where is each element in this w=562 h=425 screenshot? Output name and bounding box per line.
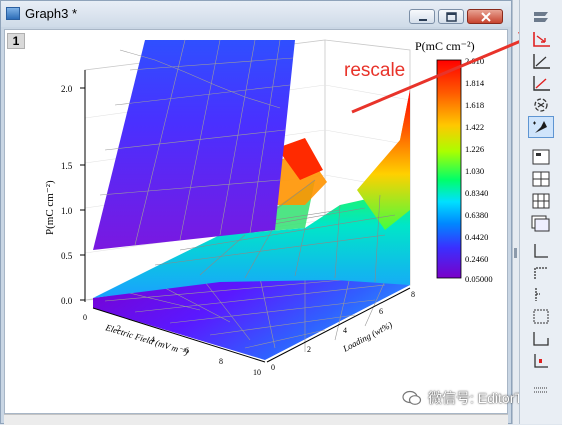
- z-axis: 0.0 0.5 1.0 1.5 2.0 P(mC cm⁻²): [44, 70, 86, 306]
- window-title: Graph3 *: [25, 6, 78, 21]
- colorbar-tick: 1.226: [465, 144, 484, 154]
- toolbar-layout-1-button[interactable]: [528, 146, 554, 168]
- maximize-icon: [446, 12, 457, 22]
- toolbar-layer-button[interactable]: [528, 6, 554, 28]
- close-button[interactable]: [467, 9, 503, 24]
- x-tick-label: 8: [219, 357, 223, 366]
- y-tick-label: 2: [307, 345, 311, 354]
- z-tick-label: 0.5: [61, 251, 73, 261]
- toolbar-layout-grid-button[interactable]: [528, 168, 554, 190]
- colorbar-tick: 0.2460: [465, 254, 488, 264]
- layer-indicator[interactable]: 1: [7, 33, 25, 49]
- z-tick-label: 1.5: [61, 161, 73, 171]
- horizontal-scrollbar[interactable]: [4, 414, 508, 425]
- colorbar-tick: 0.8340: [465, 188, 488, 198]
- more-icon: [534, 387, 548, 393]
- toolbar-axis-bottom-button[interactable]: [528, 240, 554, 262]
- colorbar-tick: 1.618: [465, 100, 484, 110]
- x-tick-label: 10: [253, 368, 261, 377]
- title-bar[interactable]: Graph3 *: [1, 1, 511, 27]
- toolbar-rescale-button[interactable]: [528, 28, 554, 50]
- x-tick-label: 0: [83, 313, 87, 322]
- layout-multi-icon: [531, 215, 550, 232]
- toolbar-layout-multi-button[interactable]: [528, 212, 554, 234]
- toolbar-axis-box-button[interactable]: [528, 306, 554, 328]
- axis-icon: [533, 54, 550, 69]
- toolbar-layout-grid2-button[interactable]: [528, 190, 554, 212]
- colorbar-title: P(mC cm⁻²): [415, 39, 475, 53]
- toolbar-axis-marker-button[interactable]: [528, 350, 554, 372]
- annotation-label: rescale: [344, 60, 406, 81]
- toolbar-more-button[interactable]: [528, 380, 554, 402]
- colorbar-tick: 1.422: [465, 122, 484, 132]
- y-tick-label: 6: [379, 307, 383, 316]
- window-splitter[interactable]: [512, 0, 519, 424]
- close-icon: [481, 12, 491, 22]
- wechat-logo-icon: [402, 390, 422, 405]
- layout-1-icon: [532, 149, 550, 165]
- y-axis-title: Loading (wt%): [340, 319, 393, 354]
- toolbar-axis-top-button[interactable]: [528, 262, 554, 284]
- y-tick-label: 4: [343, 326, 347, 335]
- z-tick-label: 2.0: [61, 84, 73, 94]
- maximize-button[interactable]: [438, 9, 464, 24]
- toolbar-axis-left-button[interactable]: [528, 284, 554, 306]
- colorbar-tick: 1.030: [465, 166, 484, 176]
- colorbar-gradient: [436, 59, 462, 279]
- toolbar-axis-red-button[interactable]: [528, 72, 554, 94]
- z-axis-title: P(mC cm⁻²): [44, 180, 56, 235]
- layer-icon: [534, 12, 548, 22]
- graph-canvas[interactable]: 0.0 0.5 1.0 1.5 2.0 P(mC cm⁻²) 0 2 4 6 8…: [4, 29, 508, 414]
- axis-corner-icon: [533, 332, 549, 346]
- rescale-icon: [533, 32, 550, 47]
- colorbar-tick: 0.05000: [465, 274, 493, 284]
- colorbar-tick: 0.6380: [465, 210, 488, 220]
- axis-box-icon: [533, 309, 549, 324]
- front-wall-surface: [93, 39, 295, 250]
- surface-plot-3d: 0.0 0.5 1.0 1.5 2.0 P(mC cm⁻²) 0 2 4 6 8…: [44, 39, 493, 377]
- colorbar-tick: 1.814: [465, 78, 485, 88]
- graph-toolbar: [519, 0, 562, 424]
- rotate-icon: [534, 98, 548, 112]
- axis-marker-icon: [534, 354, 548, 368]
- minimize-button[interactable]: [409, 9, 435, 24]
- graph-window: Graph3 * 0.0 0.5 1.0 1.5 2.0 P(mC cm⁻²) …: [0, 0, 512, 425]
- toolbar-axis-corner-button[interactable]: [528, 328, 554, 350]
- z-tick-label: 1.0: [61, 206, 73, 216]
- toolbar-rotate-button[interactable]: [528, 94, 554, 116]
- toolbar-axis-button[interactable]: [528, 50, 554, 72]
- z-tick-label: 0.0: [61, 296, 73, 306]
- colorbar-tick: 0.4420: [465, 232, 488, 242]
- color-scale: P(mC cm⁻²) 2.010 1.814 1.618 1.422 1.226…: [415, 39, 493, 284]
- graph-window-icon: [6, 7, 20, 20]
- axis-left-icon: [535, 288, 540, 301]
- toolbar-sparkle-button[interactable]: [528, 116, 554, 138]
- minimize-icon: [419, 19, 427, 21]
- colorbar-tick: 2.010: [465, 56, 484, 66]
- y-tick-label: 8: [411, 290, 415, 299]
- layout-grid-icon: [532, 171, 550, 187]
- y-tick-label: 0: [271, 363, 275, 372]
- layout-grid2-icon: [532, 193, 550, 209]
- axis-bottom-icon: [534, 244, 548, 258]
- sparkle-tool-icon: [533, 121, 547, 133]
- axis-top-icon: [534, 267, 548, 279]
- axis-red-icon: [533, 76, 550, 91]
